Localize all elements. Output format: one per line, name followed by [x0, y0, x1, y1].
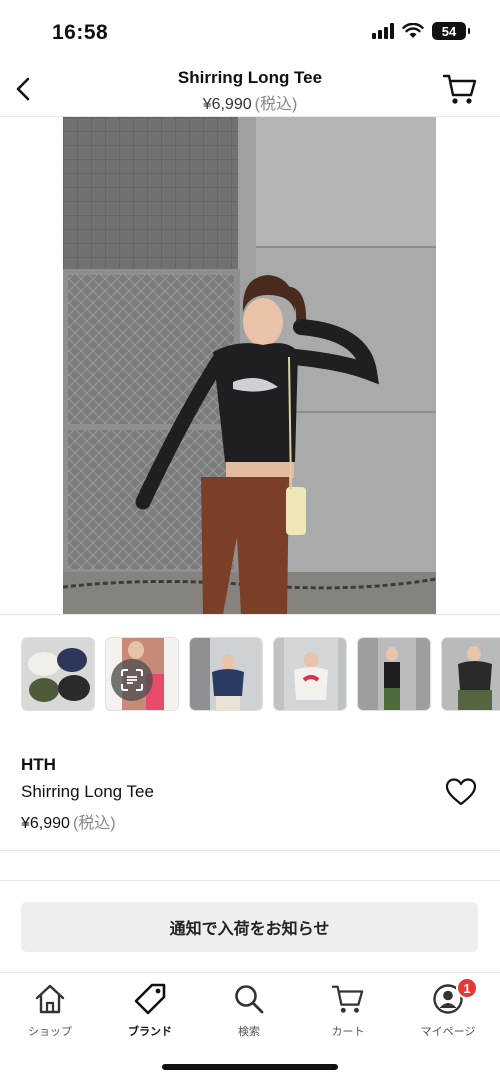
home-icon — [35, 984, 65, 1014]
scan-icon — [121, 669, 143, 691]
tab-cart[interactable]: カート — [308, 981, 388, 1041]
tab-label-shop: ショップ — [28, 1026, 72, 1038]
divider — [0, 880, 500, 881]
product-name: Shirring Long Tee — [21, 782, 154, 801]
tab-brand[interactable]: ブランド — [110, 981, 190, 1041]
status-bar: 16:58 54 — [0, 0, 500, 60]
tab-label-cart: カート — [331, 1026, 365, 1038]
nav-header: Shirring Long Tee ¥6,990 (税込) — [0, 60, 500, 117]
thumbnail-5[interactable] — [357, 637, 431, 711]
battery-icon: 54 — [432, 22, 470, 40]
divider — [0, 614, 500, 615]
product-main-image[interactable] — [63, 117, 436, 614]
thumbnail-1[interactable] — [21, 637, 95, 711]
tab-label-brand: ブランド — [128, 1026, 172, 1038]
signal-icon — [372, 23, 394, 39]
divider — [0, 850, 500, 851]
restock-notify-button[interactable]: 通知で入荷をお知らせ — [21, 902, 478, 952]
thumbnail-4[interactable] — [273, 637, 347, 711]
status-time: 16:58 — [52, 21, 109, 44]
wifi-icon — [402, 23, 424, 38]
cart-icon — [331, 985, 364, 1013]
cart-icon — [442, 74, 477, 104]
brand-name[interactable]: HTH — [21, 755, 56, 775]
thumbnail-3[interactable] — [189, 637, 263, 711]
tab-label-search: 検索 — [238, 1026, 260, 1038]
tag-icon — [134, 983, 166, 1015]
cart-button[interactable] — [442, 72, 478, 106]
product-tax-label: (税込) — [72, 815, 116, 832]
product-price-value: ¥6,990 — [21, 815, 70, 832]
header-price: ¥6,990 (税込) — [0, 90, 500, 114]
header-tax-label: (税込) — [254, 96, 298, 113]
tab-search[interactable]: 検索 — [209, 981, 289, 1041]
thumbnail-strip[interactable] — [21, 637, 500, 713]
tab-mypage[interactable]: 1 マイページ — [408, 977, 488, 1041]
product-price: ¥6,990 (税込) — [21, 809, 116, 833]
home-indicator — [162, 1064, 338, 1070]
status-icons: 54 — [372, 22, 470, 40]
notification-badge: 1 — [456, 977, 478, 999]
heart-icon — [445, 778, 477, 806]
bottom-tab-bar: ショップ ブランド 検索 カート 1 マイページ — [0, 972, 500, 1080]
tab-label-mypage: マイページ — [420, 1026, 476, 1038]
page-title: Shirring Long Tee — [177, 68, 323, 87]
tab-shop[interactable]: ショップ — [10, 981, 90, 1041]
favorite-button[interactable] — [444, 776, 478, 808]
header-price-value: ¥6,990 — [202, 96, 252, 113]
search-icon — [235, 985, 264, 1014]
battery-level: 54 — [441, 23, 457, 39]
visual-search-button[interactable] — [111, 659, 153, 701]
thumbnail-6[interactable] — [441, 637, 500, 711]
